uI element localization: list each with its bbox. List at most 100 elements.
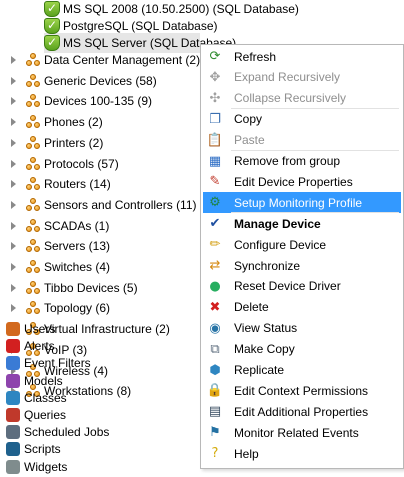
expand-arrow-icon[interactable]: [11, 263, 16, 271]
device-group-row[interactable]: Phones (2): [25, 112, 103, 132]
menu-item-label: Paste: [234, 133, 265, 148]
menu-item-edit-device-properties[interactable]: ✎ Edit Device Properties: [203, 171, 401, 192]
device-group-row[interactable]: Generic Devices (58): [25, 71, 157, 91]
device-group-row[interactable]: Printers (2): [25, 133, 103, 153]
expand-arrow-icon[interactable]: [11, 180, 16, 189]
device-group-icon: [25, 238, 41, 254]
device-group-row[interactable]: Routers (14): [25, 174, 111, 194]
device-group-row[interactable]: Protocols (57): [25, 154, 119, 174]
tree-root-label: Widgets: [24, 459, 68, 474]
expand-recursively-icon: ✥: [209, 69, 221, 85]
device-group-row[interactable]: Tibbo Devices (5): [25, 278, 138, 298]
paste-icon: 📋: [206, 132, 224, 148]
device-group-icon: [25, 280, 41, 296]
edit-device-properties-icon: ✎: [209, 174, 221, 190]
device-group-label: Routers (14): [44, 177, 111, 192]
classes-icon: [6, 390, 20, 405]
device-group-row[interactable]: Devices 100-135 (9): [25, 91, 152, 111]
menu-item-copy[interactable]: ❐ Copy: [203, 109, 401, 130]
device-group-label: Sensors and Controllers (11): [44, 197, 197, 212]
device-group-row[interactable]: Topology (6): [25, 298, 110, 318]
expand-arrow-icon[interactable]: [11, 283, 16, 292]
menu-item-remove-from-group[interactable]: ▦ Remove from group: [203, 151, 401, 172]
expand-arrow-icon[interactable]: [11, 56, 16, 64]
setup-monitoring-profile-icon: ⚙: [209, 195, 221, 211]
expand-arrow-icon[interactable]: [11, 76, 16, 85]
scheduled-jobs-icon: [6, 425, 20, 440]
menu-item-label: Monitor Related Events: [234, 425, 359, 440]
expand-arrow-icon[interactable]: [11, 200, 16, 209]
menu-item-synchronize[interactable]: ⇄ Synchronize: [203, 255, 401, 276]
menu-item-label: Help: [234, 446, 259, 461]
edit-context-permissions-icon: 🔒: [206, 383, 224, 399]
device-group-icon: [25, 218, 41, 234]
menu-item-reset-device-driver[interactable]: ● Reset Device Driver: [203, 276, 401, 297]
synchronize-icon: ⇄: [209, 258, 221, 273]
menu-item-label: Delete: [234, 300, 269, 315]
device-group-label: Tibbo Devices (5): [44, 280, 138, 295]
replicate-icon: ⬢: [209, 362, 221, 378]
refresh-icon: ⟳: [209, 49, 221, 64]
menu-item-label: Expand Recursively: [234, 70, 341, 85]
sql-database-icon: [44, 1, 60, 17]
view-status-icon: ◉: [209, 320, 221, 336]
manage-device-icon: ✔: [209, 216, 221, 232]
device-group-icon: [25, 135, 41, 151]
collapse-recursively-icon: ✣: [209, 90, 221, 106]
reset-device-driver-icon: ●: [209, 278, 221, 294]
menu-item-monitor-related-events[interactable]: ⚑ Monitor Related Events: [203, 422, 401, 443]
device-group-row[interactable]: Switches (4): [25, 257, 110, 277]
menu-item-edit-context-permissions[interactable]: 🔒 Edit Context Permissions: [203, 380, 401, 401]
menu-item-label: Remove from group: [234, 154, 341, 168]
menu-item-label: Edit Additional Properties: [234, 404, 369, 419]
device-group-row[interactable]: Sensors and Controllers (11): [25, 195, 197, 215]
expand-arrow-icon[interactable]: [11, 159, 16, 168]
device-group-label: Devices 100-135 (9): [44, 94, 153, 109]
copy-icon: ❐: [209, 111, 221, 127]
device-group-icon: [25, 114, 41, 130]
menu-item-label: Refresh: [234, 49, 277, 64]
expand-arrow-icon[interactable]: [11, 304, 16, 313]
menu-item-label: Edit Context Permissions: [234, 383, 369, 398]
menu-item-refresh[interactable]: ⟳ Refresh: [203, 46, 401, 67]
device-group-label: Generic Devices (58): [44, 73, 157, 88]
sql-database-icon: [44, 35, 60, 51]
menu-item-manage-device[interactable]: ✔ Manage Device: [203, 213, 401, 234]
menu-item-make-copy[interactable]: ⧉ Make Copy: [203, 339, 401, 360]
make-copy-icon: ⧉: [210, 341, 220, 357]
menu-item-label: Configure Device: [234, 237, 327, 252]
device-group-icon: [25, 52, 41, 68]
menu-separator: [231, 107, 399, 109]
menu-item-configure-device[interactable]: ✏ Configure Device: [203, 234, 401, 255]
device-group-label: Data Center Management (2): [44, 53, 201, 67]
expand-arrow-icon[interactable]: [11, 97, 16, 106]
menu-item-setup-monitoring-profile[interactable]: ⚙ Setup Monitoring Profile: [203, 192, 401, 214]
queries-icon: [6, 408, 20, 422]
device-group-label: Topology (6): [44, 301, 111, 316]
menu-item-view-status[interactable]: ◉ View Status: [203, 318, 401, 339]
expand-arrow-icon[interactable]: [11, 242, 16, 251]
tree-root-item[interactable]: Widgets: [6, 458, 67, 476]
device-group-icon: [25, 300, 41, 316]
help-icon: ?: [211, 446, 219, 462]
menu-item-replicate[interactable]: ⬢ Replicate: [203, 360, 401, 381]
device-group-label: Virtual Infrastructure (2): [44, 322, 170, 337]
device-group-row[interactable]: Servers (13): [25, 236, 110, 256]
menu-item-label: Setup Monitoring Profile: [234, 195, 363, 210]
event-filters-icon: [6, 356, 20, 371]
scripts-icon: [6, 442, 20, 457]
expand-arrow-icon[interactable]: [11, 138, 16, 147]
device-group-row[interactable]: SCADAs (1): [25, 216, 109, 236]
menu-item-delete[interactable]: ✖ Delete: [203, 297, 401, 318]
menu-item-expand-recursively: ✥ Expand Recursively: [203, 67, 401, 88]
device-group-icon: [25, 73, 41, 89]
device-group-icon: [25, 156, 41, 172]
expand-arrow-icon[interactable]: [11, 221, 16, 230]
expand-arrow-icon[interactable]: [11, 118, 16, 127]
menu-item-collapse-recursively: ✣ Collapse Recursively: [203, 88, 401, 109]
menu-item-help[interactable]: ? Help: [203, 443, 401, 464]
device-group-label: Phones (2): [44, 115, 103, 130]
delete-icon: ✖: [209, 299, 221, 315]
menu-item-edit-additional-properties[interactable]: ▤ Edit Additional Properties: [203, 401, 401, 422]
device-group-row[interactable]: Data Center Management (2): [25, 50, 200, 70]
